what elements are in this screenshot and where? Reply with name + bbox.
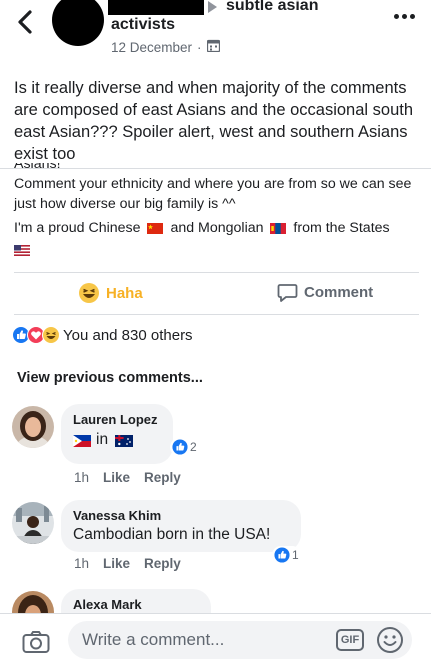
- philippines-flag-icon: [73, 434, 91, 447]
- emoji-icon[interactable]: [376, 626, 404, 659]
- comment-meta: 1h Like Reply: [74, 470, 181, 485]
- like-reaction-icon: [172, 439, 188, 455]
- reaction-summary-text: You and 830 others: [63, 326, 193, 344]
- comment-time: 1h: [74, 470, 90, 485]
- divider: [14, 272, 419, 273]
- comment-icon: [277, 284, 298, 302]
- view-previous-comments[interactable]: View previous comments...: [17, 370, 203, 386]
- commenter-name[interactable]: Lauren Lopez: [73, 412, 161, 427]
- comment-reaction-count[interactable]: 2: [170, 438, 199, 456]
- shared-line2: I'm a proud Chinese and Mongolian from t…: [14, 218, 419, 238]
- redaction-bar: [108, 0, 204, 15]
- haha-reaction-icon: [42, 326, 60, 344]
- comment-meta: 1h Like Reply: [74, 556, 181, 571]
- haha-button[interactable]: Haha: [78, 282, 143, 304]
- gif-icon[interactable]: GIF: [336, 629, 364, 651]
- comment-reaction-count[interactable]: 1: [272, 546, 301, 564]
- commenter-name[interactable]: Alexa Mark: [73, 597, 199, 612]
- author-avatar[interactable]: [52, 0, 104, 46]
- china-flag-icon: [147, 222, 164, 234]
- back-arrow-icon[interactable]: [10, 4, 40, 40]
- mongolia-flag-icon: [270, 222, 287, 234]
- commenter-name[interactable]: Vanessa Khim: [73, 508, 289, 523]
- action-bar: Haha Comment: [0, 278, 431, 312]
- group-name[interactable]: subtle asian: [226, 0, 318, 15]
- arrow-right-icon: [208, 1, 217, 13]
- australia-flag-icon: [115, 434, 134, 447]
- comment-bubble[interactable]: Vanessa Khim Cambodian born in the USA!: [61, 500, 301, 552]
- shared-text-chinese: I'm a proud Chinese: [14, 220, 141, 236]
- comment-text: in: [73, 431, 161, 449]
- camera-icon[interactable]: [22, 630, 50, 659]
- shared-post[interactable]: Asians! Comment your ethnicity and where…: [14, 163, 419, 262]
- reply-button[interactable]: Reply: [144, 556, 181, 571]
- shared-text-mongolian: and Mongolian: [170, 220, 264, 236]
- avatar[interactable]: [12, 406, 54, 448]
- author-name[interactable]: activists: [111, 16, 175, 34]
- comment-composer-bar: Write a comment... GIF: [0, 613, 431, 664]
- avatar[interactable]: [12, 502, 54, 544]
- separator-dot: ·: [197, 39, 202, 55]
- calendar-icon: [206, 39, 220, 55]
- like-button[interactable]: Like: [103, 556, 130, 571]
- post-header: subtle asian activists 12 December ·: [0, 0, 431, 62]
- more-options-icon[interactable]: [394, 14, 415, 19]
- reaction-summary[interactable]: You and 830 others: [12, 326, 193, 344]
- divider: [14, 314, 419, 315]
- haha-label: Haha: [106, 284, 143, 302]
- comment-time: 1h: [74, 556, 90, 571]
- comment-text: Cambodian born in the USA!: [73, 526, 271, 543]
- comment-bubble[interactable]: Lauren Lopez in: [61, 404, 173, 464]
- post-text: Is it really diverse and when majority o…: [14, 79, 414, 163]
- usa-flag-icon: [14, 242, 419, 262]
- shared-text: Comment your ethnicity and where you are…: [14, 176, 412, 212]
- reply-button[interactable]: Reply: [144, 470, 181, 485]
- comment-button[interactable]: Comment: [277, 282, 373, 303]
- haha-icon: [79, 283, 99, 303]
- shared-clipped-line: Asians!: [14, 163, 61, 172]
- comment-label: Comment: [304, 284, 374, 301]
- shared-text-states: from the States: [293, 220, 390, 236]
- reaction-icons: [12, 326, 60, 344]
- post-date[interactable]: 12 December: [111, 40, 192, 55]
- post-meta: 12 December ·: [111, 39, 220, 55]
- like-reaction-icon: [274, 547, 290, 563]
- like-button[interactable]: Like: [103, 470, 130, 485]
